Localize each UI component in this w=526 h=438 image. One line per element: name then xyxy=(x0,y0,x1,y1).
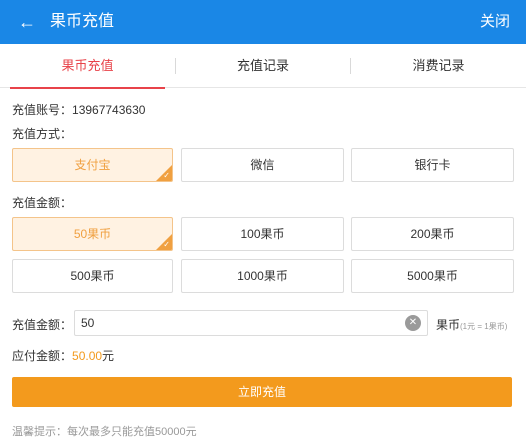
account-value: 13967743630 xyxy=(72,103,146,117)
pay-option-alipay[interactable]: 支付宝 ✓ xyxy=(12,148,173,182)
recharge-now-button[interactable]: 立即充值 xyxy=(12,377,512,407)
amount-option-50[interactable]: 50果币 ✓ xyxy=(12,217,173,251)
close-button[interactable]: 关闭 xyxy=(480,12,510,32)
payment-method-label: 充值方式： xyxy=(12,127,73,141)
amount-option-100[interactable]: 100果币 xyxy=(181,217,344,251)
amount-label: 充值金额： xyxy=(12,196,73,210)
payable-value: 50.00 xyxy=(72,349,103,363)
amount-option-500[interactable]: 500果币 xyxy=(12,259,173,293)
payable-label: 应付金额： xyxy=(12,349,73,363)
check-icon: ✓ xyxy=(163,240,170,249)
account-label: 充值账号： xyxy=(12,103,73,117)
custom-amount-label: 充值金额： xyxy=(12,318,73,332)
amount-option-5000[interactable]: 5000果币 xyxy=(351,259,514,293)
pay-option-label: 支付宝 xyxy=(74,158,111,172)
amount-option-label: 200果币 xyxy=(410,227,455,241)
pay-option-label: 微信 xyxy=(250,158,275,172)
amount-option-label: 5000果币 xyxy=(407,269,458,283)
tab-recharge[interactable]: 果币充值 xyxy=(0,44,175,89)
top-bar: ← 果币充值 关闭 xyxy=(0,0,526,44)
tab-recharge-history[interactable]: 充值记录 xyxy=(176,44,350,88)
payable-unit: 元 xyxy=(102,349,115,363)
page-title: 果币充值 xyxy=(50,13,115,30)
amount-option-label: 50果币 xyxy=(73,227,112,241)
tab-spending-history[interactable]: 消费记录 xyxy=(351,44,526,88)
custom-amount-field: ✕ xyxy=(74,310,428,336)
custom-amount-row: 充值金额： ✕ 果币(1元 = 1果币) xyxy=(12,310,516,336)
custom-amount-input[interactable] xyxy=(75,311,395,335)
pay-option-bank-card[interactable]: 银行卡 xyxy=(351,148,514,182)
amount-option-label: 100果币 xyxy=(240,227,285,241)
account-row: 充值账号：13967743630 xyxy=(12,101,145,118)
pay-option-wechat[interactable]: 微信 xyxy=(181,148,344,182)
clear-icon[interactable]: ✕ xyxy=(405,315,421,331)
pay-option-label: 银行卡 xyxy=(414,158,451,172)
unit-text: 果币 xyxy=(436,318,461,332)
amount-option-1000[interactable]: 1000果币 xyxy=(181,259,344,293)
amount-option-label: 1000果币 xyxy=(237,269,288,283)
warm-tip: 温馨提示：每次最多只能充值50000元 xyxy=(12,426,197,438)
unit-label: 果币(1元 = 1果币) xyxy=(436,316,507,333)
check-icon: ✓ xyxy=(163,171,170,180)
rate-note: (1元 = 1果币) xyxy=(460,322,508,331)
amount-option-200[interactable]: 200果币 xyxy=(351,217,514,251)
amount-option-label: 500果币 xyxy=(70,269,115,283)
tab-bar: 果币充值 充值记录 消费记录 xyxy=(0,44,526,89)
payable-row: 应付金额：50.00元 xyxy=(12,347,114,364)
back-arrow-icon[interactable]: ← xyxy=(18,12,38,32)
